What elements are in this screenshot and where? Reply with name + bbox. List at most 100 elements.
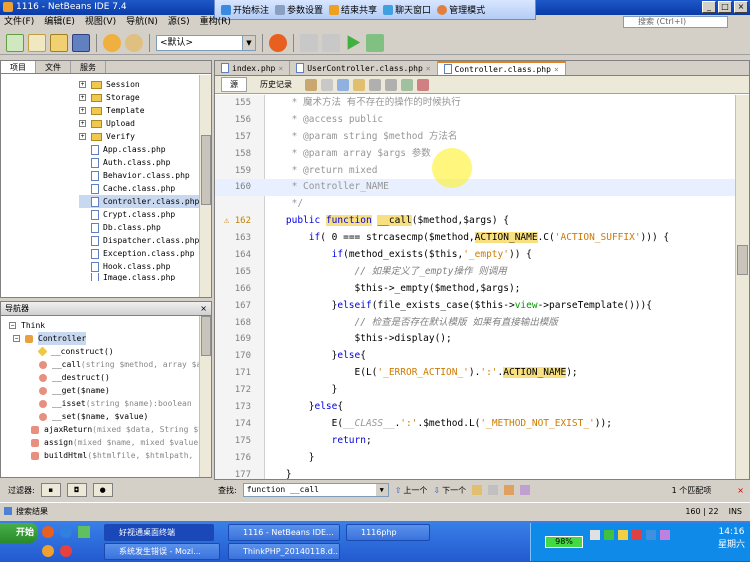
- nav-member[interactable]: ajaxReturn (mixed $data, String $t: [9, 423, 211, 436]
- find-prev-button[interactable]: ⇧ 上一个: [395, 485, 428, 496]
- expand-icon[interactable]: +: [79, 120, 86, 127]
- redo-icon[interactable]: [125, 33, 143, 52]
- plug-icon[interactable]: [590, 530, 600, 540]
- filter-static-button[interactable]: ◘: [66, 483, 87, 497]
- collapse-icon[interactable]: −: [13, 335, 20, 342]
- scroll-thumb[interactable]: [201, 135, 211, 205]
- tree-file[interactable]: Crypt.class.php: [79, 208, 211, 221]
- security-icon[interactable]: [632, 530, 642, 540]
- tree-file[interactable]: Image.class.php: [79, 273, 211, 281]
- task-netbeans[interactable]: 1116 - NetBeans IDE...: [228, 524, 340, 541]
- save-all-icon[interactable]: [72, 33, 90, 52]
- chrome-quicklaunch-icon[interactable]: [42, 545, 54, 557]
- scroll-thumb[interactable]: [737, 245, 748, 275]
- tree-folder[interactable]: + Session: [79, 78, 211, 91]
- editor-scrollbar[interactable]: [735, 95, 749, 479]
- opera-quicklaunch-icon[interactable]: [60, 545, 72, 557]
- debug-icon[interactable]: [366, 33, 384, 52]
- find-next-button[interactable]: ⇩ 下一个: [433, 485, 466, 496]
- nav-member[interactable]: __set($name, $value): [9, 410, 211, 423]
- network-icon[interactable]: [604, 530, 614, 540]
- tree-file[interactable]: Exception.class.php: [79, 247, 211, 260]
- volume-icon[interactable]: [618, 530, 628, 540]
- comment-icon[interactable]: [401, 78, 413, 91]
- config-select[interactable]: <默认> ▼: [156, 34, 256, 51]
- firefox-quicklaunch-icon[interactable]: [42, 526, 54, 538]
- browser-icon[interactable]: [269, 33, 287, 52]
- find-icon[interactable]: [337, 78, 349, 91]
- clock[interactable]: 14:16 星期六: [718, 527, 745, 550]
- scroll-thumb[interactable]: [201, 316, 211, 356]
- open-project-icon[interactable]: [50, 33, 68, 52]
- tab-services[interactable]: 服务: [71, 61, 106, 73]
- tab-projects[interactable]: 项目: [1, 61, 36, 73]
- code-area[interactable]: 155 * 魔术方法 有不存在的操作的时候执行 156 * @access pu…: [215, 95, 735, 480]
- highlight-icon[interactable]: [520, 485, 531, 495]
- maximize-button[interactable]: □: [718, 1, 732, 13]
- tree-folder[interactable]: + Storage: [79, 91, 211, 104]
- desktop-quicklaunch-icon[interactable]: [78, 526, 90, 538]
- chevron-down-icon[interactable]: ▼: [375, 484, 388, 496]
- menu-file[interactable]: 文件(F): [4, 15, 34, 30]
- nav-member[interactable]: __isset (string $name):boolean: [9, 397, 211, 410]
- tab-index-php[interactable]: index.php ×: [215, 61, 291, 76]
- minimize-button[interactable]: _: [702, 1, 716, 13]
- task-folder[interactable]: 1116php: [346, 524, 430, 541]
- filter-fields-button[interactable]: ▪: [40, 483, 61, 497]
- projects-scrollbar[interactable]: [199, 75, 211, 297]
- close-button[interactable]: ×: [734, 1, 748, 13]
- menu-source[interactable]: 源(S): [168, 15, 190, 30]
- task-videoconf[interactable]: 好视通桌面终端: [104, 524, 214, 541]
- ie-quicklaunch-icon[interactable]: [60, 526, 72, 538]
- history-view-button[interactable]: 历史记录: [251, 77, 301, 92]
- tab-usercontroller[interactable]: UserController.class.php ×: [290, 61, 438, 76]
- regex-icon[interactable]: [504, 485, 515, 495]
- menu-refactor[interactable]: 重构(R): [200, 15, 231, 30]
- battery-indicator[interactable]: 98%: [545, 536, 583, 548]
- bookmark-icon[interactable]: [353, 78, 365, 91]
- find-input[interactable]: function __call ▼: [242, 483, 389, 497]
- forward-icon[interactable]: [321, 78, 333, 91]
- menu-view[interactable]: 视图(V): [85, 15, 116, 30]
- tree-folder[interactable]: + Verify: [79, 130, 211, 143]
- nav-member[interactable]: __call (string $method, array $arg: [9, 358, 211, 371]
- tree-folder[interactable]: + Upload: [79, 117, 211, 130]
- expand-icon[interactable]: +: [79, 81, 86, 88]
- run-icon[interactable]: [347, 35, 361, 50]
- task-thinkphp-doc[interactable]: ThinkPHP_20140118.d...: [228, 543, 340, 560]
- clean-build-icon[interactable]: [322, 33, 340, 52]
- new-project-icon[interactable]: [6, 33, 24, 52]
- close-icon[interactable]: ×: [200, 302, 207, 316]
- match-case-icon[interactable]: [472, 485, 483, 495]
- close-icon[interactable]: ×: [426, 61, 431, 76]
- close-icon[interactable]: ×: [278, 61, 283, 76]
- expand-icon[interactable]: +: [79, 133, 86, 140]
- tree-file[interactable]: Dispatcher.class.php: [79, 234, 211, 247]
- tab-files[interactable]: 文件: [36, 61, 71, 73]
- tree-file-selected[interactable]: Controller.class.php: [79, 195, 211, 208]
- start-button[interactable]: 开始: [0, 523, 38, 543]
- undo-icon[interactable]: [103, 33, 121, 52]
- collapse-icon[interactable]: −: [9, 322, 16, 329]
- ime-icon[interactable]: [660, 530, 670, 540]
- tree-folder[interactable]: + Template: [79, 104, 211, 117]
- navigator-scrollbar[interactable]: [199, 316, 211, 477]
- close-icon[interactable]: ×: [554, 62, 559, 77]
- shift-right-icon[interactable]: [385, 78, 397, 91]
- nav-class[interactable]: − Controller: [9, 332, 211, 345]
- nav-member[interactable]: __construct(): [9, 345, 211, 358]
- menu-navigate[interactable]: 导航(N): [126, 15, 158, 30]
- tree-file[interactable]: App.class.php: [79, 143, 211, 156]
- filter-inherited-button[interactable]: ●: [92, 483, 113, 497]
- tree-file[interactable]: Behavior.class.php: [79, 169, 211, 182]
- nav-member[interactable]: __get($name): [9, 384, 211, 397]
- search-input[interactable]: 搜索 (Ctrl+I): [623, 16, 728, 28]
- nav-member[interactable]: __destruct(): [9, 371, 211, 384]
- nav-member[interactable]: assign (mixed $name, mixed $value): [9, 436, 211, 449]
- close-icon[interactable]: ×: [737, 486, 744, 495]
- task-firefox[interactable]: 系统发生错误 - Mozi...: [104, 543, 220, 560]
- new-file-icon[interactable]: [28, 33, 46, 52]
- qq-icon[interactable]: [646, 530, 656, 540]
- tab-controller[interactable]: Controller.class.php ×: [437, 61, 566, 77]
- search-results-tab[interactable]: 搜索结果: [16, 506, 48, 517]
